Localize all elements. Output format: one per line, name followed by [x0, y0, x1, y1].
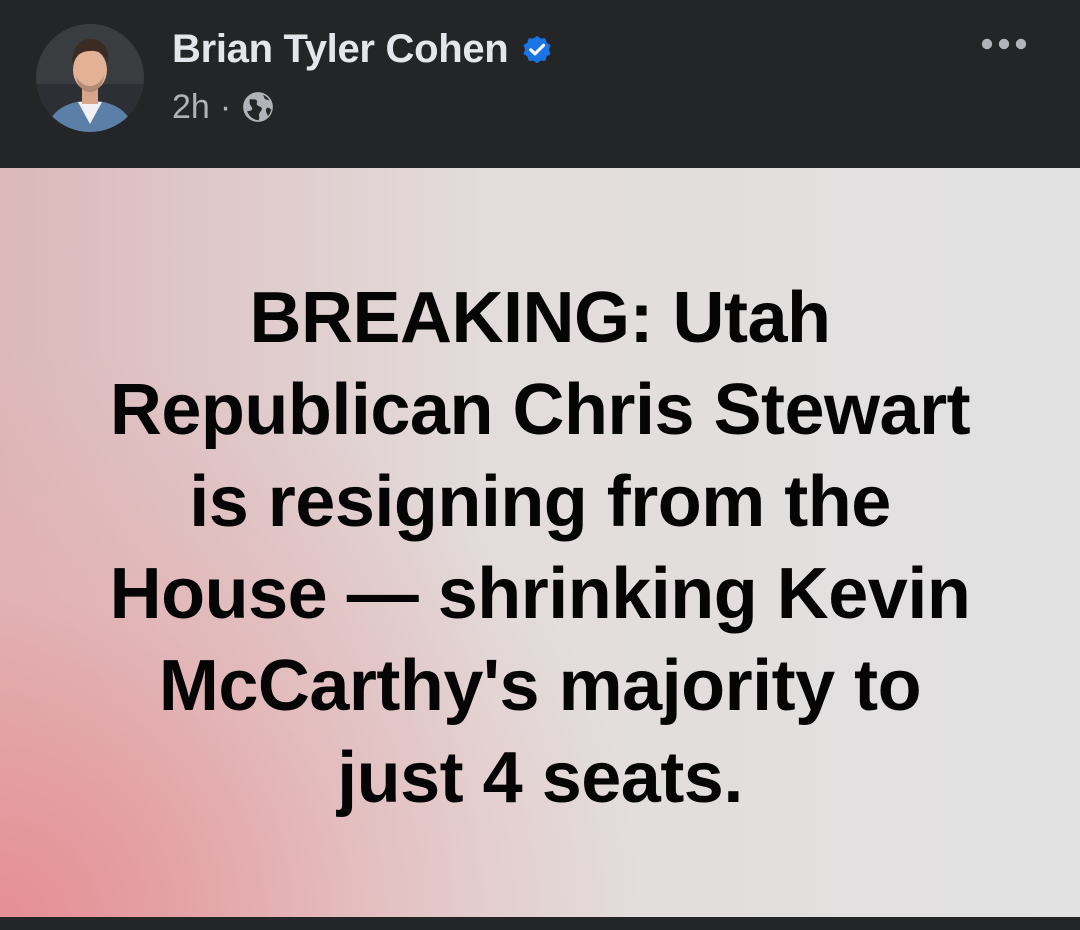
- status-background-card[interactable]: BREAKING: Utah Republican Chris Stewart …: [0, 168, 1080, 917]
- status-line: just 4 seats.: [337, 738, 743, 818]
- status-line: BREAKING: Utah: [249, 278, 832, 358]
- post-meta: 2h ·: [172, 84, 275, 130]
- author-row: Brian Tyler Cohen: [172, 24, 554, 74]
- post-time[interactable]: 2h: [172, 88, 210, 127]
- more-dots-icon: [981, 38, 1027, 50]
- meta-separator: ·: [219, 87, 232, 126]
- author-avatar[interactable]: [36, 24, 144, 132]
- globe-icon[interactable]: [241, 90, 275, 124]
- post-header: Brian Tyler Cohen 2h ·: [0, 0, 1080, 168]
- more-options-button[interactable]: [972, 24, 1036, 64]
- author-name[interactable]: Brian Tyler Cohen: [172, 27, 509, 72]
- status-text: BREAKING: Utah Republican Chris Stewart …: [40, 272, 1040, 824]
- status-line: McCarthy's majority to: [158, 646, 922, 726]
- avatar-image: [36, 24, 144, 132]
- post: Brian Tyler Cohen 2h · BREAKING: Utah Re…: [0, 0, 1080, 930]
- status-line: Republican Chris Stewart: [109, 370, 971, 450]
- verified-badge-icon: [520, 32, 554, 66]
- status-line: is resigning from the: [189, 462, 891, 542]
- post-bottom-divider: [0, 917, 1080, 930]
- status-line: House — shrinking Kevin: [109, 554, 971, 634]
